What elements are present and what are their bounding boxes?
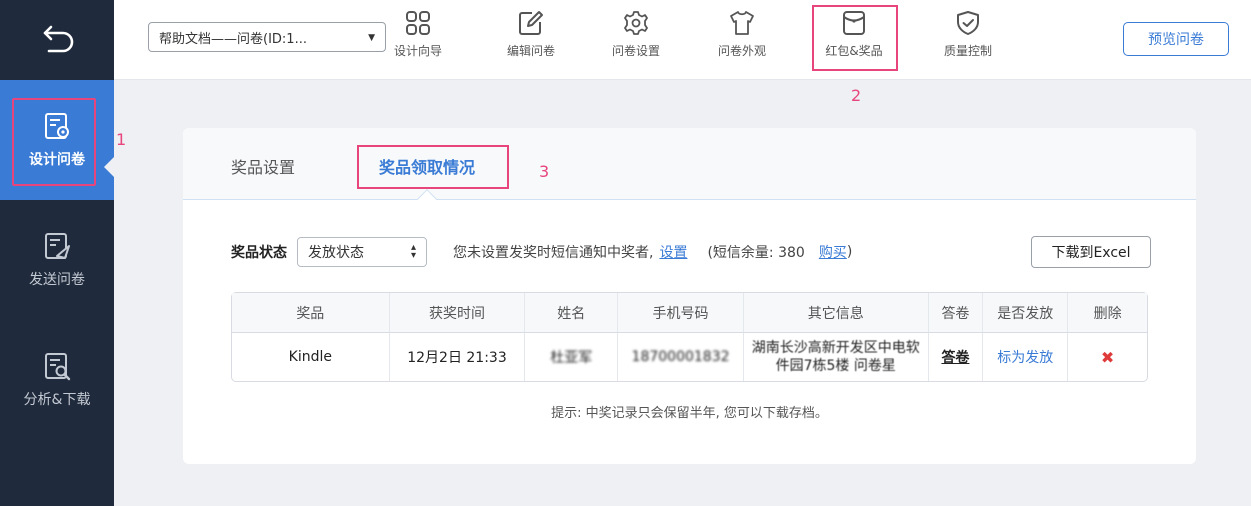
prize-status-label: 奖品状态	[231, 245, 287, 261]
wizard-icon	[406, 11, 430, 35]
retention-tip: 提示: 中奖记录只会保留半年, 您可以下载存档。	[551, 406, 828, 421]
column-header: 手机号码	[618, 293, 744, 333]
cell-issue: 标为发放	[983, 333, 1069, 381]
survey-select[interactable]: 帮助文档——问卷(ID:1... ▼	[148, 22, 386, 52]
prize-status-value: 发放状态	[308, 245, 364, 261]
download-excel-button[interactable]: 下载到Excel	[1031, 236, 1151, 268]
tool-edit-survey[interactable]: 编辑问卷	[491, 6, 571, 68]
tab-bar: 奖品设置 奖品领取情况 3	[183, 128, 1196, 200]
column-header: 答卷	[928, 293, 984, 333]
cell-phone: 18700001832	[618, 333, 744, 381]
prize-card: 奖品设置 奖品领取情况 3 奖品状态 发放状态 ▴ ▾ 您未设置发奖时短信通知中奖…	[183, 128, 1196, 464]
tool-label: 编辑问卷	[506, 44, 555, 58]
tab-prize-settings[interactable]: 奖品设置	[231, 154, 295, 178]
highlight-box-tab	[357, 145, 509, 189]
annotation-1: 1	[116, 130, 127, 149]
view-answer-link[interactable]: 答卷	[941, 350, 969, 366]
top-toolbar: 帮助文档——问卷(ID:1... ▼ 设计向导 编辑问卷 问卷设置 问卷外观 红…	[114, 0, 1251, 80]
winner-name: 杜亚军	[550, 350, 593, 366]
column-header: 奖品	[232, 293, 390, 333]
back-arrow-icon	[43, 25, 74, 53]
delete-icon[interactable]: ✖	[1101, 348, 1114, 367]
table-row: Kindle 12月2日 21:33 杜亚军 18700001832 湖南长沙高…	[232, 333, 1147, 381]
column-header: 获奖时间	[389, 293, 526, 333]
tool-label: 设计向导	[393, 44, 442, 58]
settings-link[interactable]: 设置	[659, 242, 687, 262]
cell-other-info: 湖南长沙高新开发区中电软件园7栋5楼 问卷星	[744, 333, 929, 381]
winner-address: 湖南长沙高新开发区中电软件园7栋5楼 问卷星	[751, 340, 920, 374]
column-header: 姓名	[525, 293, 619, 333]
back-button[interactable]	[0, 0, 114, 80]
cell-prize: Kindle	[232, 333, 390, 381]
filter-row: 奖品状态 发放状态 ▴ ▾ 您未设置发奖时短信通知中奖者, 设置 (短信余量: 3…	[231, 236, 1151, 268]
edit-icon	[519, 11, 543, 35]
sidebar-item-analyze[interactable]: 分析&下载	[0, 320, 114, 440]
sidebar: 设计问卷 发送问卷 分析&下载	[0, 0, 114, 506]
tool-label: 问卷设置	[611, 44, 660, 58]
column-header: 是否发放	[983, 293, 1069, 333]
prize-status-select[interactable]: 发放状态 ▴ ▾	[297, 237, 427, 267]
buy-link[interactable]: 购买	[819, 242, 847, 262]
tool-label: 问卷外观	[717, 44, 766, 58]
highlight-box-toolbar	[812, 5, 898, 71]
shirt-icon	[730, 11, 754, 35]
active-pointer	[104, 157, 114, 177]
sidebar-item-label: 分析&下载	[23, 392, 91, 408]
send-survey-icon	[45, 233, 70, 259]
column-header: 其它信息	[744, 293, 929, 333]
sms-notice-text: 您未设置发奖时短信通知中奖者,	[453, 245, 654, 261]
cell-name: 杜亚军	[525, 333, 619, 381]
analyze-download-icon	[45, 353, 71, 381]
sidebar-item-send[interactable]: 发送问卷	[0, 200, 114, 320]
preview-survey-button[interactable]: 预览问卷	[1123, 22, 1229, 56]
survey-select-value: 帮助文档——问卷(ID:1...	[159, 31, 307, 47]
cell-answer: 答卷	[929, 333, 984, 381]
prize-claims-table: 奖品 获奖时间 姓名 手机号码 其它信息 答卷 是否发放 删除 Kindle 1…	[231, 292, 1148, 382]
dropdown-caret-icon: ▼	[368, 33, 375, 43]
highlight-box-sidebar	[12, 98, 96, 186]
settings-icon	[624, 11, 648, 35]
tool-label: 质量控制	[943, 44, 992, 58]
table-header-row: 奖品 获奖时间 姓名 手机号码 其它信息 答卷 是否发放 删除	[232, 293, 1147, 333]
sms-balance-text: (短信余量: 380	[707, 245, 805, 261]
tool-design-wizard[interactable]: 设计向导	[378, 6, 458, 68]
column-header: 删除	[1068, 293, 1147, 333]
tool-quality-control[interactable]: 质量控制	[928, 6, 1008, 68]
tool-survey-settings[interactable]: 问卷设置	[596, 6, 676, 68]
annotation-2: 2	[851, 86, 862, 105]
annotation-3: 3	[539, 162, 550, 181]
winner-phone: 18700001832	[631, 349, 730, 365]
tool-survey-appearance[interactable]: 问卷外观	[702, 6, 782, 68]
cell-time: 12月2日 21:33	[390, 333, 526, 381]
sidebar-item-label: 发送问卷	[29, 272, 85, 288]
shield-check-icon	[957, 11, 979, 35]
mark-issued-link[interactable]: 标为发放	[997, 350, 1053, 366]
cell-delete: ✖	[1068, 333, 1147, 381]
sms-balance-close: )	[846, 244, 853, 260]
select-arrows-icon: ▴ ▾	[410, 242, 416, 261]
